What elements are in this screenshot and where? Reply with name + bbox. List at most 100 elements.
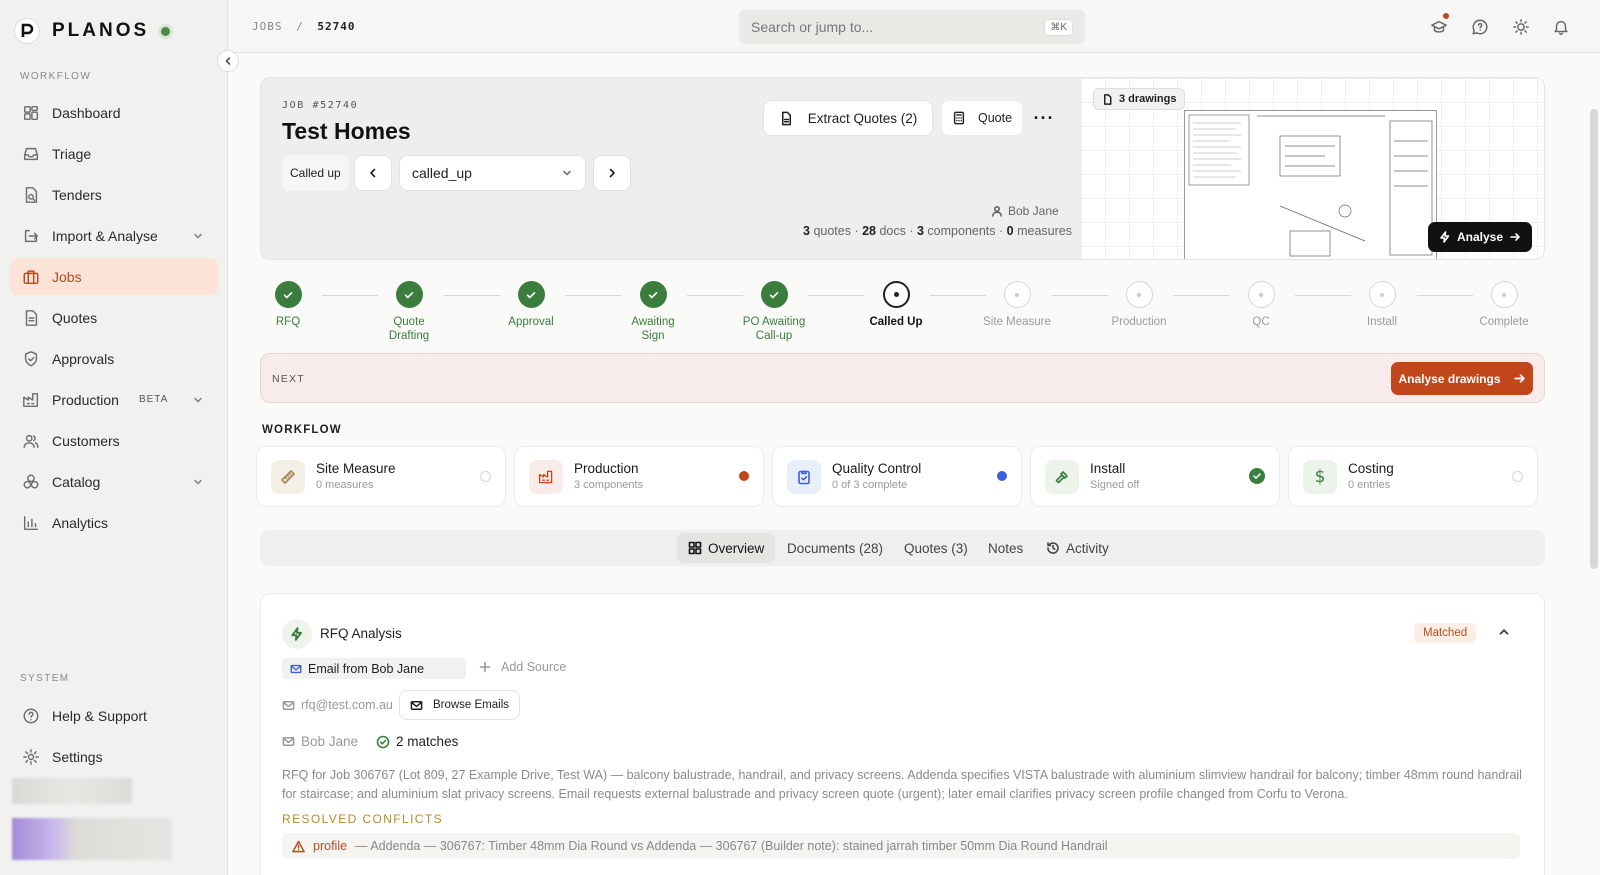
sidebar-item-jobs[interactable]: Jobs — [10, 258, 218, 295]
chevron-down-icon[interactable] — [192, 230, 204, 242]
sidebar-item-catalog[interactable]: Catalog — [10, 463, 218, 500]
rfq-contact-name: Bob Jane — [301, 734, 359, 749]
workflow-card-subtitle: 0 measures — [316, 479, 374, 491]
user-name-redacted — [12, 778, 132, 804]
step-production[interactable]: Production — [1079, 281, 1199, 329]
step-called-up[interactable]: Called Up — [836, 281, 956, 329]
theme-toggle-button[interactable] — [1512, 18, 1530, 36]
chevron-down-icon[interactable] — [192, 394, 204, 406]
step-rfq[interactable]: RFQ — [228, 281, 348, 329]
notifications-button[interactable] — [1552, 18, 1570, 36]
tab-label: Quotes (3) — [904, 540, 968, 556]
sidebar-item-customers[interactable]: Customers — [10, 422, 218, 459]
page-title: Test Homes — [282, 118, 411, 144]
sidebar-item-approvals[interactable]: Approvals — [10, 340, 218, 377]
tab-quotes[interactable]: Quotes (3) — [893, 533, 979, 563]
extract-quotes-button[interactable]: Extract Quotes (2) — [763, 100, 933, 136]
sidebar-item-triage[interactable]: Triage — [10, 135, 218, 172]
chevron-down-icon[interactable] — [192, 476, 204, 488]
step-label: Approval — [508, 316, 554, 328]
status-select[interactable]: called_up — [399, 155, 586, 191]
sidebar-item-label: Catalog — [52, 473, 101, 490]
check-icon — [639, 281, 667, 308]
page-scrollbar[interactable] — [1590, 109, 1598, 569]
step-approval[interactable]: Approval — [471, 281, 591, 329]
analyse-drawings-button[interactable]: Analyse drawings — [1391, 362, 1533, 395]
workflow-card-site-measure[interactable]: Site Measure 0 measures — [256, 446, 506, 507]
quote-button[interactable]: Quote — [941, 100, 1023, 136]
arrow-right-icon — [1513, 374, 1525, 383]
import-icon — [24, 229, 39, 242]
breadcrumb-root[interactable]: JOBS — [252, 20, 283, 33]
measures-label: measures — [1017, 224, 1072, 238]
sidebar-collapse-button[interactable] — [217, 50, 239, 72]
next-label: NEXT — [272, 373, 305, 385]
source-chip-label: Email from Bob Jane — [308, 661, 425, 676]
workflow-card-quality-control[interactable]: Quality Control 0 of 3 complete — [772, 446, 1022, 507]
plus-icon — [479, 661, 491, 673]
sidebar-item-help[interactable]: Help & Support — [10, 697, 218, 734]
step-awaiting-sign[interactable]: Awaiting Sign — [593, 281, 713, 343]
sidebar-item-label: Analytics — [52, 514, 109, 531]
step-site-measure[interactable]: Site Measure — [957, 281, 1077, 329]
ruler-icon — [271, 460, 305, 494]
bar-chart-icon — [23, 515, 39, 530]
tab-documents[interactable]: Documents (28) — [776, 533, 894, 563]
chevron-down-icon — [563, 170, 571, 176]
brand[interactable]: PLANOS — [14, 18, 171, 44]
sidebar-item-settings[interactable]: Settings — [10, 738, 218, 775]
step-install[interactable]: Install — [1322, 281, 1442, 329]
academy-button[interactable] — [1430, 13, 1449, 36]
workflow-card-install[interactable]: Install Signed off — [1030, 446, 1280, 507]
step-qc[interactable]: QC — [1201, 281, 1321, 329]
workflow-card-title: Quality Control — [832, 461, 922, 476]
workflow-card-costing[interactable]: $ Costing 0 entries — [1288, 446, 1538, 507]
search-placeholder: Search or jump to... — [751, 19, 874, 35]
step-po-awaiting[interactable]: PO Awaiting Call-up — [714, 281, 834, 343]
tab-overview[interactable]: Overview — [677, 533, 776, 563]
analyse-button[interactable]: Analyse — [1428, 222, 1532, 252]
sidebar-item-tenders[interactable]: Tenders — [10, 176, 218, 213]
step-label: RFQ — [275, 316, 301, 328]
rfq-email-address: rfq@test.com.au — [301, 698, 393, 712]
status-done-icon — [1249, 468, 1265, 484]
rfq-matches[interactable]: 2 matches — [396, 734, 458, 749]
source-chip[interactable]: Email from Bob Jane — [282, 658, 466, 679]
dollar-icon: $ — [1303, 460, 1337, 494]
sidebar-item-dashboard[interactable]: Dashboard — [10, 94, 218, 131]
help-button[interactable] — [1471, 18, 1489, 36]
sidebar-item-analytics[interactable]: Analytics — [10, 504, 218, 541]
tab-activity[interactable]: Activity — [1035, 533, 1120, 563]
sidebar-item-import-analyse[interactable]: Import & Analyse — [10, 217, 218, 254]
collapse-panel-button[interactable] — [1497, 625, 1511, 639]
tab-label: Documents (28) — [787, 540, 884, 556]
step-complete[interactable]: Complete — [1444, 281, 1564, 329]
chevron-up-icon — [1499, 629, 1509, 635]
search-input[interactable]: Search or jump to... ⌘K — [739, 10, 1085, 44]
workflow-card-production[interactable]: Production 3 components — [514, 446, 764, 507]
more-options-button[interactable]: ··· — [1029, 100, 1059, 136]
drawings-badge: 3 drawings — [1093, 88, 1186, 110]
tab-notes[interactable]: Notes — [977, 533, 1034, 563]
previous-status-button[interactable] — [354, 155, 392, 191]
drawings-count: 3 drawings — [1119, 93, 1177, 105]
sidebar-item-production[interactable]: Production BETA — [10, 381, 218, 418]
drawing-sheet-preview — [1184, 110, 1437, 259]
user-icon — [992, 205, 1002, 217]
rfq-contact: Bob Jane 2 matches — [282, 734, 458, 749]
mail-icon — [282, 700, 295, 710]
step-quote-drafting[interactable]: Quote Drafting — [349, 281, 469, 343]
workflow-card-subtitle: 0 entries — [1348, 479, 1391, 491]
workflow-card-title: Costing — [1348, 461, 1394, 476]
next-status-button[interactable] — [593, 155, 631, 191]
conflict-row[interactable]: profile — Addenda — 306767: Timber 48mm … — [282, 833, 1520, 859]
sidebar-item-quotes[interactable]: Quotes — [10, 299, 218, 336]
conflict-key: profile — [313, 839, 348, 853]
users-icon — [23, 434, 39, 448]
status-select-value: called_up — [412, 165, 472, 181]
add-source-button[interactable]: Add Source — [479, 660, 566, 674]
user-avatar-redacted[interactable] — [12, 818, 172, 860]
status-badge: Matched — [1414, 623, 1477, 643]
browse-emails-button[interactable]: Browse Emails — [399, 690, 520, 720]
current-step-icon — [882, 281, 910, 308]
